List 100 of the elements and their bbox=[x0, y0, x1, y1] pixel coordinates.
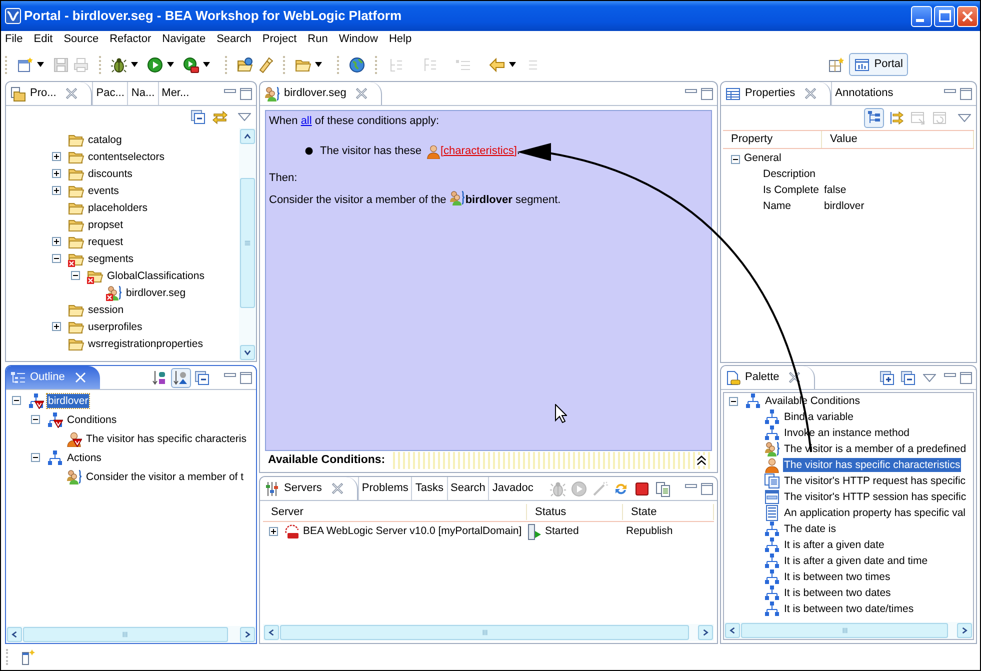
view-menu-icon[interactable] bbox=[923, 374, 936, 382]
tree-item[interactable]: birdlover.seg bbox=[125, 286, 187, 300]
tree-item[interactable]: The visitor's HTTP request has specific bbox=[783, 474, 967, 488]
all-link[interactable]: all bbox=[300, 115, 312, 127]
caret-down-icon[interactable] bbox=[131, 62, 138, 67]
maximize-icon[interactable] bbox=[960, 88, 972, 100]
tree-item[interactable]: An application property has specific val bbox=[783, 506, 967, 520]
column-header[interactable]: Property bbox=[723, 131, 822, 148]
tree-item[interactable]: It is between two date/times bbox=[783, 602, 915, 616]
caret-down-icon[interactable] bbox=[37, 62, 44, 67]
collapse-icon[interactable] bbox=[12, 396, 21, 405]
view-tab[interactable]: Pac... bbox=[92, 82, 128, 105]
tree-item[interactable]: catalog bbox=[87, 132, 123, 146]
tree-item[interactable]: It is between two dates bbox=[783, 586, 892, 600]
maximize-button[interactable] bbox=[934, 6, 955, 26]
view-tab[interactable]: Outline bbox=[6, 366, 100, 389]
expand-icon[interactable] bbox=[269, 527, 278, 536]
tree-item[interactable]: wsrregistrationproperties bbox=[87, 336, 204, 350]
view-tab[interactable]: Tasks bbox=[411, 477, 446, 500]
double-caret-up-icon[interactable] bbox=[696, 455, 707, 466]
tree-item[interactable]: Consider the visitor a member of t bbox=[85, 470, 245, 484]
expand-icon[interactable] bbox=[52, 322, 61, 331]
expand-icon[interactable] bbox=[52, 152, 61, 161]
caret-down-icon[interactable] bbox=[509, 62, 516, 67]
tree-item[interactable]: The visitor's HTTP session has specific bbox=[783, 490, 968, 504]
maximize-icon[interactable] bbox=[701, 482, 713, 494]
view-tab[interactable]: Palette bbox=[721, 366, 816, 389]
horizontal-scrollbar-drawing[interactable] bbox=[6, 626, 256, 643]
tree-item[interactable]: discounts bbox=[87, 166, 134, 180]
property-group[interactable]: General bbox=[744, 151, 782, 167]
collapse-icon[interactable] bbox=[729, 396, 738, 406]
view-tab[interactable]: Na... bbox=[127, 82, 158, 105]
tree-item[interactable]: placeholders bbox=[87, 200, 149, 214]
view-tab[interactable]: Javadoc bbox=[488, 477, 536, 500]
expand-icon[interactable] bbox=[52, 169, 61, 178]
tree-item[interactable]: events bbox=[87, 184, 120, 198]
tree-item[interactable]: GlobalClassifications bbox=[106, 268, 206, 282]
tree-item[interactable]: Actions bbox=[66, 450, 102, 464]
column-header[interactable]: State bbox=[623, 504, 714, 520]
menu-item[interactable]: Source bbox=[64, 31, 99, 48]
horizontal-scrollbar-drawing[interactable] bbox=[263, 624, 714, 641]
column-header[interactable]: Value bbox=[822, 131, 974, 148]
tree-item[interactable]: It is between two times bbox=[783, 570, 892, 584]
caret-down-icon[interactable] bbox=[167, 62, 174, 67]
view-tab[interactable]: Search bbox=[446, 477, 488, 500]
minimize-button[interactable] bbox=[911, 6, 932, 26]
menu-item[interactable]: Edit bbox=[34, 31, 53, 48]
menu-item[interactable]: Refactor bbox=[110, 31, 152, 48]
caret-down-icon[interactable] bbox=[315, 62, 322, 67]
close-icon[interactable] bbox=[789, 372, 800, 383]
minimize-icon[interactable] bbox=[224, 373, 236, 377]
maximize-icon[interactable] bbox=[240, 88, 252, 100]
menu-item[interactable]: Run bbox=[308, 31, 328, 48]
collapse-icon[interactable] bbox=[731, 154, 740, 164]
menu-item[interactable]: Search bbox=[216, 31, 252, 48]
view-tab[interactable]: Servers bbox=[260, 477, 358, 500]
toolbar-button[interactable] bbox=[171, 368, 191, 388]
tree-item[interactable]: The date is bbox=[783, 522, 837, 536]
maximize-icon[interactable] bbox=[960, 372, 972, 384]
tree-item[interactable]: Conditions bbox=[66, 412, 118, 426]
perspective-button[interactable]: Portal bbox=[849, 53, 908, 76]
tree-item[interactable]: The visitor has specific characteris bbox=[85, 432, 248, 446]
menu-item[interactable]: Project bbox=[262, 31, 297, 48]
tree-item[interactable]: birdlover bbox=[47, 394, 90, 408]
minimize-icon[interactable] bbox=[685, 89, 697, 93]
tree-item[interactable]: The visitor has specific characteristics bbox=[783, 458, 962, 472]
view-tab[interactable]: Properties bbox=[721, 82, 832, 105]
collapse-icon[interactable] bbox=[31, 453, 40, 462]
minimize-icon[interactable] bbox=[944, 89, 956, 93]
view-tab[interactable]: birdlover.seg bbox=[260, 82, 382, 105]
expand-icon[interactable] bbox=[52, 237, 61, 246]
maximize-icon[interactable] bbox=[240, 372, 252, 384]
view-tab[interactable]: Problems bbox=[358, 477, 412, 500]
maximize-icon[interactable] bbox=[701, 88, 713, 100]
view-tab[interactable]: Mer... bbox=[158, 82, 192, 105]
minimize-icon[interactable] bbox=[944, 373, 956, 377]
view-tab[interactable]: Pro... bbox=[6, 82, 92, 105]
menu-item[interactable]: Navigate bbox=[162, 31, 206, 48]
view-menu-icon[interactable] bbox=[958, 114, 971, 122]
tree-item[interactable]: Bind a variable bbox=[783, 410, 854, 424]
caret-down-icon[interactable] bbox=[203, 62, 210, 67]
tree-item[interactable]: userprofiles bbox=[87, 320, 144, 334]
expand-icon[interactable] bbox=[52, 186, 61, 195]
tree-item[interactable]: propset bbox=[87, 218, 124, 232]
collapse-icon[interactable] bbox=[52, 254, 61, 263]
view-tab[interactable]: Annotations bbox=[831, 82, 896, 105]
vertical-scrollbar-drawing[interactable] bbox=[239, 128, 256, 361]
fast-view-icon[interactable] bbox=[20, 649, 36, 665]
tree-item[interactable]: It is after a given date and time bbox=[783, 554, 929, 568]
tree-item[interactable]: request bbox=[87, 234, 124, 248]
collapse-icon[interactable] bbox=[31, 415, 40, 424]
tree-item[interactable]: It is after a given date bbox=[783, 538, 886, 552]
tree-item[interactable]: contentselectors bbox=[87, 150, 166, 164]
tree-item[interactable]: session bbox=[87, 302, 125, 316]
menu-item[interactable]: Window bbox=[338, 31, 378, 48]
collapse-icon[interactable] bbox=[71, 271, 80, 280]
tree-item[interactable]: segments bbox=[87, 252, 135, 266]
view-menu-icon[interactable] bbox=[238, 113, 251, 121]
minimize-icon[interactable] bbox=[685, 484, 697, 488]
horizontal-scrollbar-drawing[interactable] bbox=[724, 622, 973, 639]
